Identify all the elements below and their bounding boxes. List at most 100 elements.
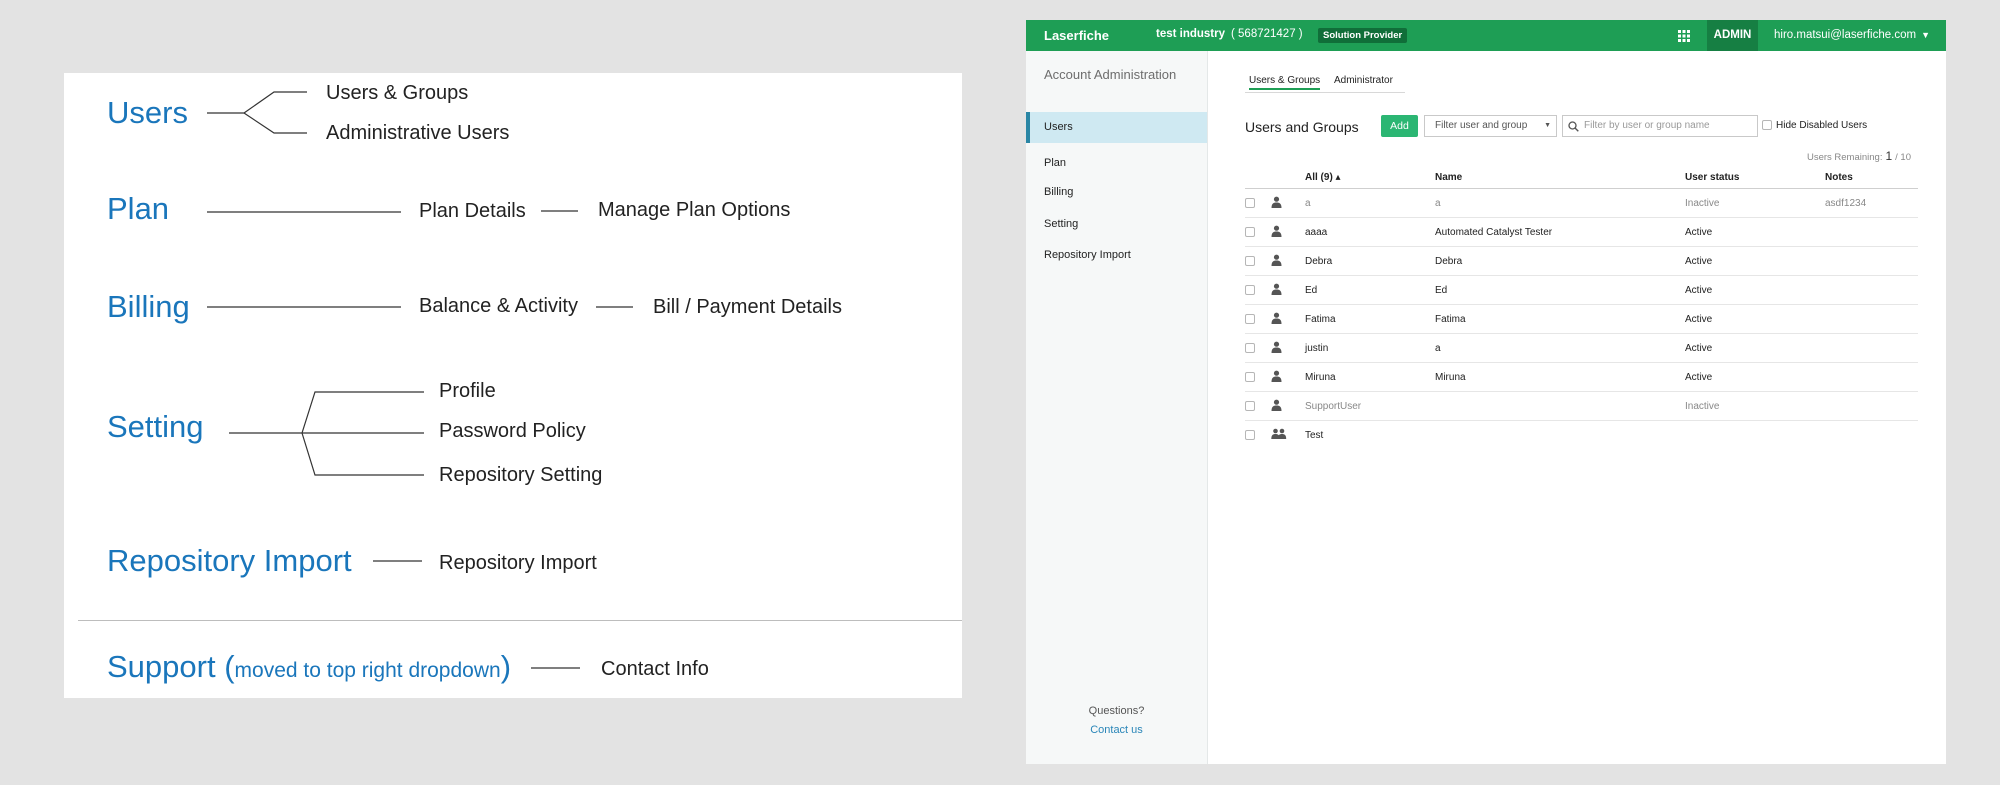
cell-user[interactable]: SupportUser [1305, 391, 1435, 421]
table-row[interactable]: SupportUser Inactive [1245, 391, 1918, 421]
add-button[interactable]: Add [1381, 115, 1418, 137]
row-checkbox[interactable] [1245, 313, 1255, 324]
sitemap-support-heading: Support (moved to top right dropdown) [107, 651, 511, 682]
sidebar-item-repository-import[interactable]: Repository Import [1026, 240, 1207, 271]
cell-name [1435, 421, 1685, 450]
cell-user[interactable]: Test [1305, 421, 1435, 450]
sitemap-repository-import-heading: Repository Import [107, 543, 352, 578]
sitemap-balance-activity: Balance & Activity [419, 295, 578, 317]
table-row[interactable]: Miruna Miruna Active [1245, 362, 1918, 392]
caret-down-icon: ▼ [1921, 30, 1930, 40]
solution-provider-badge: Solution Provider [1318, 28, 1408, 43]
cell-notes [1825, 362, 1918, 392]
sidebar-item-plan[interactable]: Plan [1026, 148, 1207, 179]
search-icon [1568, 121, 1579, 132]
contact-us-wrapper: Contact us [1026, 724, 1207, 736]
table-row[interactable]: Debra Debra Active [1245, 246, 1918, 276]
hide-disabled-checkbox[interactable] [1762, 120, 1772, 131]
cell-status: Active [1685, 275, 1825, 305]
cell-notes [1825, 421, 1918, 450]
sitemap-billing-heading: Billing [107, 289, 190, 324]
sidebar-item-users[interactable]: Users [1026, 112, 1207, 143]
tab-underline [1245, 92, 1405, 93]
sitemap-setting-heading: Setting [107, 409, 204, 444]
user-email: hiro.matsui@laserfiche.com [1774, 29, 1917, 41]
cell-name: Automated Catalyst Tester [1435, 217, 1685, 247]
column-user-status[interactable]: User status [1685, 167, 1825, 189]
row-checkbox[interactable] [1245, 400, 1255, 411]
support-title: Support ( [107, 649, 235, 684]
tab-administrator[interactable]: Administrator [1334, 75, 1393, 86]
row-checkbox-cell [1245, 421, 1271, 450]
cell-notes: asdf1234 [1825, 188, 1918, 218]
column-all[interactable]: All (9) ▴ [1305, 167, 1435, 189]
account-id: ( 568721427 ) [1231, 28, 1303, 40]
user-icon [1271, 246, 1305, 276]
row-checkbox[interactable] [1245, 197, 1255, 208]
row-checkbox[interactable] [1245, 255, 1255, 266]
user-menu[interactable]: hiro.matsui@laserfiche.com ▼ [1774, 20, 1930, 51]
hide-disabled-toggle[interactable]: Hide Disabled Users [1762, 120, 1867, 131]
sitemap-repository-import: Repository Import [439, 552, 597, 574]
table-row[interactable]: justin a Active [1245, 333, 1918, 363]
cell-status: Inactive [1685, 188, 1825, 218]
contact-us-link[interactable]: Contact us [1090, 724, 1143, 736]
table-row[interactable]: Fatima Fatima Active [1245, 304, 1918, 334]
search-input[interactable]: Filter by user or group name [1562, 115, 1758, 137]
hide-disabled-label: Hide Disabled Users [1776, 120, 1868, 131]
brand-logo[interactable]: Laserfiche [1044, 28, 1109, 43]
main-content: Users & Groups Administrator Users and G… [1208, 51, 1946, 764]
row-checkbox[interactable] [1245, 342, 1255, 353]
cell-name: a [1435, 333, 1685, 363]
cell-notes [1825, 275, 1918, 305]
cell-notes [1825, 217, 1918, 247]
users-remaining-count: 1 [1885, 149, 1893, 163]
sidebar-item-billing[interactable]: Billing [1026, 177, 1207, 208]
row-checkbox[interactable] [1245, 429, 1255, 440]
user-icon [1271, 391, 1305, 421]
table-header-row: All (9) ▴ Name User status Notes [1245, 167, 1918, 189]
apps-grid-icon[interactable] [1677, 29, 1691, 43]
cell-name: a [1435, 188, 1685, 218]
user-icon [1271, 275, 1305, 305]
table-row[interactable]: Ed Ed Active [1245, 275, 1918, 305]
row-checkbox[interactable] [1245, 371, 1255, 382]
section-title: Users and Groups [1245, 119, 1359, 135]
cell-user[interactable]: Debra [1305, 246, 1435, 276]
sitemap-password-policy: Password Policy [439, 420, 586, 442]
users-remaining-total: / 10 [1895, 152, 1911, 163]
column-name[interactable]: Name [1435, 167, 1685, 189]
filter-select[interactable]: Filter user and group ▼ [1424, 115, 1557, 137]
table-row[interactable]: Test [1245, 421, 1918, 450]
cell-user[interactable]: justin [1305, 333, 1435, 363]
table-row[interactable]: aaaa Automated Catalyst Tester Active [1245, 217, 1918, 247]
table-row[interactable]: a a Inactive asdf1234 [1245, 188, 1918, 218]
tab-users-groups[interactable]: Users & Groups [1249, 75, 1321, 90]
tenant-label: test industry [1156, 28, 1226, 40]
cell-user[interactable]: a [1305, 188, 1435, 218]
top-bar: Laserfiche test industry ( 568721427 ) So… [1026, 20, 1946, 51]
admin-app-window: Laserfiche test industry ( 568721427 ) So… [1026, 20, 1946, 764]
row-checkbox[interactable] [1245, 284, 1255, 295]
cell-user[interactable]: aaaa [1305, 217, 1435, 247]
sitemap-manage-plan-options: Manage Plan Options [598, 199, 791, 221]
row-checkbox[interactable] [1245, 226, 1255, 237]
questions-label: Questions? [1088, 705, 1145, 717]
users-remaining-label: Users Remaining: [1806, 152, 1883, 163]
cell-status [1685, 421, 1825, 450]
sidebar-item-setting[interactable]: Setting [1026, 209, 1207, 240]
user-icon [1271, 217, 1305, 247]
cell-name [1435, 391, 1685, 421]
cell-user[interactable]: Fatima [1305, 304, 1435, 334]
cell-notes [1825, 304, 1918, 334]
column-notes[interactable]: Notes [1825, 167, 1918, 189]
cell-user[interactable]: Ed [1305, 275, 1435, 305]
cell-user[interactable]: Miruna [1305, 362, 1435, 392]
sitemap-repository-setting: Repository Setting [439, 464, 603, 486]
row-checkbox-cell [1245, 275, 1271, 305]
filter-select-value: Filter user and group [1435, 120, 1528, 131]
admin-button[interactable]: ADMIN [1707, 20, 1758, 51]
user-icon [1271, 304, 1305, 334]
support-note: moved to top right dropdown [234, 659, 501, 682]
row-checkbox-cell [1245, 333, 1271, 363]
